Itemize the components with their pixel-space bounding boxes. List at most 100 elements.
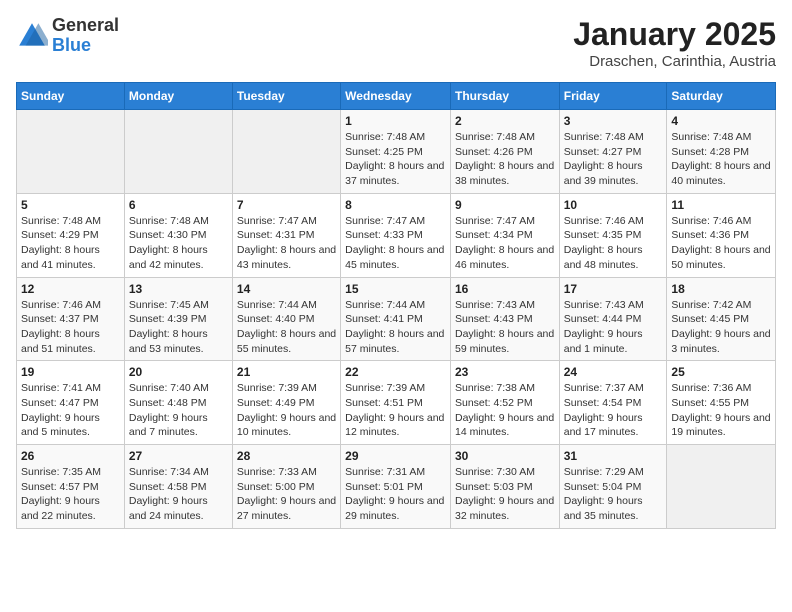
day-info: Sunrise: 7:33 AM Sunset: 5:00 PM Dayligh… [237, 465, 336, 524]
calendar-header: SundayMondayTuesdayWednesdayThursdayFrid… [17, 83, 776, 110]
day-info: Sunrise: 7:48 AM Sunset: 4:26 PM Dayligh… [455, 130, 555, 189]
day-number: 29 [345, 449, 446, 463]
calendar-week-5: 26Sunrise: 7:35 AM Sunset: 4:57 PM Dayli… [17, 445, 776, 529]
calendar-cell: 5 Sunrise: 7:48 AM Sunset: 4:29 PM Daylig… [17, 193, 125, 277]
calendar-cell: 3Sunrise: 7:48 AM Sunset: 4:27 PM Daylig… [559, 110, 667, 194]
day-info: Sunrise: 7:30 AM Sunset: 5:03 PM Dayligh… [455, 465, 555, 524]
day-number: 20 [129, 365, 228, 379]
day-info: Sunrise: 7:48 AM Sunset: 4:28 PM Dayligh… [671, 130, 771, 189]
day-number: 17 [564, 282, 663, 296]
day-info: Sunrise: 7:47 AM Sunset: 4:34 PM Dayligh… [455, 214, 555, 273]
day-number: 19 [21, 365, 120, 379]
day-number: 24 [564, 365, 663, 379]
calendar-cell: 2 Sunrise: 7:48 AM Sunset: 4:26 PM Daylig… [450, 110, 559, 194]
calendar-body: 1 Sunrise: 7:48 AM Sunset: 4:25 PM Daylig… [17, 110, 776, 529]
day-number: 7 [237, 198, 336, 212]
page-header: General Blue January 2025 Draschen, Cari… [16, 16, 776, 70]
calendar-cell: 15 Sunrise: 7:44 AM Sunset: 4:41 PM Dayli… [341, 277, 451, 361]
logo-blue-text: Blue [52, 36, 119, 56]
calendar-cell: 26Sunrise: 7:35 AM Sunset: 4:57 PM Dayli… [17, 445, 125, 529]
day-info: Sunrise: 7:38 AM Sunset: 4:52 PM Dayligh… [455, 381, 555, 440]
calendar-cell: 20 Sunrise: 7:40 AM Sunset: 4:48 PM Dayli… [124, 361, 232, 445]
calendar-week-3: 12Sunrise: 7:46 AM Sunset: 4:37 PM Dayli… [17, 277, 776, 361]
calendar-cell: 1 Sunrise: 7:48 AM Sunset: 4:25 PM Daylig… [341, 110, 451, 194]
day-info: Sunrise: 7:37 AM Sunset: 4:54 PM Dayligh… [564, 381, 663, 440]
day-number: 27 [129, 449, 228, 463]
logo-icon [16, 20, 48, 52]
day-number: 8 [345, 198, 446, 212]
day-info: Sunrise: 7:29 AM Sunset: 5:04 PM Dayligh… [564, 465, 663, 524]
day-info: Sunrise: 7:43 AM Sunset: 4:44 PM Dayligh… [564, 298, 663, 357]
calendar-cell: 13Sunrise: 7:45 AM Sunset: 4:39 PM Dayli… [124, 277, 232, 361]
calendar-cell: 4 Sunrise: 7:48 AM Sunset: 4:28 PM Daylig… [667, 110, 776, 194]
calendar-cell: 9 Sunrise: 7:47 AM Sunset: 4:34 PM Daylig… [450, 193, 559, 277]
calendar-cell: 7 Sunrise: 7:47 AM Sunset: 4:31 PM Daylig… [232, 193, 340, 277]
day-info: Sunrise: 7:46 AM Sunset: 4:36 PM Dayligh… [671, 214, 771, 273]
calendar-cell: 28Sunrise: 7:33 AM Sunset: 5:00 PM Dayli… [232, 445, 340, 529]
day-number: 25 [671, 365, 771, 379]
day-info: Sunrise: 7:34 AM Sunset: 4:58 PM Dayligh… [129, 465, 228, 524]
calendar-week-4: 19Sunrise: 7:41 AM Sunset: 4:47 PM Dayli… [17, 361, 776, 445]
day-info: Sunrise: 7:47 AM Sunset: 4:31 PM Dayligh… [237, 214, 336, 273]
calendar-cell: 22Sunrise: 7:39 AM Sunset: 4:51 PM Dayli… [341, 361, 451, 445]
day-number: 18 [671, 282, 771, 296]
day-info: Sunrise: 7:40 AM Sunset: 4:48 PM Dayligh… [129, 381, 228, 440]
day-number: 14 [237, 282, 336, 296]
header-row: SundayMondayTuesdayWednesdayThursdayFrid… [17, 83, 776, 110]
calendar-cell: 21 Sunrise: 7:39 AM Sunset: 4:49 PM Dayli… [232, 361, 340, 445]
title-block: January 2025 Draschen, Carinthia, Austri… [573, 16, 776, 70]
day-info: Sunrise: 7:48 AM Sunset: 4:25 PM Dayligh… [345, 130, 446, 189]
day-info: Sunrise: 7:47 AM Sunset: 4:33 PM Dayligh… [345, 214, 446, 273]
day-number: 23 [455, 365, 555, 379]
day-number: 5 [21, 198, 120, 212]
day-number: 15 [345, 282, 446, 296]
day-info: Sunrise: 7:44 AM Sunset: 4:41 PM Dayligh… [345, 298, 446, 357]
day-number: 31 [564, 449, 663, 463]
calendar-cell: 24 Sunrise: 7:37 AM Sunset: 4:54 PM Dayli… [559, 361, 667, 445]
day-info: Sunrise: 7:43 AM Sunset: 4:43 PM Dayligh… [455, 298, 555, 357]
day-number: 26 [21, 449, 120, 463]
day-number: 22 [345, 365, 446, 379]
header-day-friday: Friday [559, 83, 667, 110]
day-info: Sunrise: 7:36 AM Sunset: 4:55 PM Dayligh… [671, 381, 771, 440]
logo: General Blue [16, 16, 119, 56]
day-number: 1 [345, 114, 446, 128]
calendar-cell: 12Sunrise: 7:46 AM Sunset: 4:37 PM Dayli… [17, 277, 125, 361]
day-number: 11 [671, 198, 771, 212]
logo-general-text: General [52, 16, 119, 36]
header-day-wednesday: Wednesday [341, 83, 451, 110]
header-day-tuesday: Tuesday [232, 83, 340, 110]
header-day-monday: Monday [124, 83, 232, 110]
day-info: Sunrise: 7:31 AM Sunset: 5:01 PM Dayligh… [345, 465, 446, 524]
day-info: Sunrise: 7:44 AM Sunset: 4:40 PM Dayligh… [237, 298, 336, 357]
calendar-cell: 30Sunrise: 7:30 AM Sunset: 5:03 PM Dayli… [450, 445, 559, 529]
day-number: 10 [564, 198, 663, 212]
day-info: Sunrise: 7:48 AM Sunset: 4:29 PM Dayligh… [21, 214, 120, 273]
day-info: Sunrise: 7:39 AM Sunset: 4:49 PM Dayligh… [237, 381, 336, 440]
day-number: 4 [671, 114, 771, 128]
page-subtitle: Draschen, Carinthia, Austria [573, 53, 776, 70]
calendar-cell [124, 110, 232, 194]
day-info: Sunrise: 7:45 AM Sunset: 4:39 PM Dayligh… [129, 298, 228, 357]
page-title: January 2025 [573, 16, 776, 53]
calendar-cell: 10 Sunrise: 7:46 AM Sunset: 4:35 PM Dayli… [559, 193, 667, 277]
calendar-week-2: 5 Sunrise: 7:48 AM Sunset: 4:29 PM Daylig… [17, 193, 776, 277]
day-number: 12 [21, 282, 120, 296]
calendar-cell: 18 Sunrise: 7:42 AM Sunset: 4:45 PM Dayli… [667, 277, 776, 361]
calendar-cell [667, 445, 776, 529]
calendar-cell: 8 Sunrise: 7:47 AM Sunset: 4:33 PM Daylig… [341, 193, 451, 277]
calendar-cell: 25 Sunrise: 7:36 AM Sunset: 4:55 PM Dayli… [667, 361, 776, 445]
day-info: Sunrise: 7:48 AM Sunset: 4:30 PM Dayligh… [129, 214, 228, 273]
calendar-cell: 23 Sunrise: 7:38 AM Sunset: 4:52 PM Dayli… [450, 361, 559, 445]
calendar-cell: 19Sunrise: 7:41 AM Sunset: 4:47 PM Dayli… [17, 361, 125, 445]
day-number: 9 [455, 198, 555, 212]
day-number: 21 [237, 365, 336, 379]
day-info: Sunrise: 7:46 AM Sunset: 4:35 PM Dayligh… [564, 214, 663, 273]
header-day-thursday: Thursday [450, 83, 559, 110]
day-info: Sunrise: 7:42 AM Sunset: 4:45 PM Dayligh… [671, 298, 771, 357]
day-number: 2 [455, 114, 555, 128]
calendar-cell [17, 110, 125, 194]
calendar-cell: 6Sunrise: 7:48 AM Sunset: 4:30 PM Daylig… [124, 193, 232, 277]
calendar-cell: 31 Sunrise: 7:29 AM Sunset: 5:04 PM Dayli… [559, 445, 667, 529]
header-day-saturday: Saturday [667, 83, 776, 110]
